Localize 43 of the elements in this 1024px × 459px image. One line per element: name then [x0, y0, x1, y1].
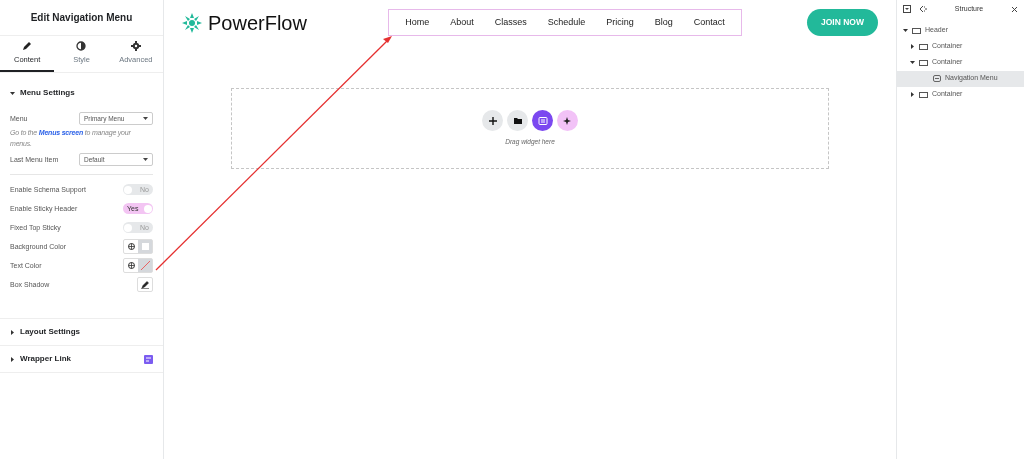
widget-icon	[933, 75, 941, 82]
caret-right-icon	[10, 356, 15, 362]
pencil-icon	[141, 280, 149, 289]
collapse-icon[interactable]	[903, 5, 911, 14]
caret-down-icon	[143, 158, 148, 162]
no-color-icon[interactable]	[140, 261, 150, 271]
section-header[interactable]: Wrapper Link	[10, 353, 153, 366]
folder-button[interactable]	[507, 110, 528, 132]
color-control[interactable]	[123, 258, 153, 274]
caret-right-icon	[10, 329, 15, 335]
template-button[interactable]	[532, 110, 553, 132]
globe-icon[interactable]	[127, 262, 135, 270]
sparkle-button[interactable]	[557, 110, 578, 132]
color-control[interactable]	[123, 239, 153, 255]
close-icon[interactable]	[1011, 5, 1018, 13]
navigation-menu[interactable]: Home About Classes Schedule Pricing Blog Contact	[387, 9, 743, 36]
edit-button[interactable]	[137, 277, 153, 293]
panel-title: Edit Navigation Menu	[0, 0, 163, 36]
nav-link[interactable]: Pricing	[595, 15, 645, 30]
logo-text: PowerFlow	[208, 12, 307, 33]
logo-icon	[182, 12, 202, 33]
gear-icon	[130, 41, 141, 51]
nav-link[interactable]: Blog	[644, 15, 684, 30]
nav-link[interactable]: Classes	[484, 15, 538, 30]
color-swatch[interactable]	[141, 243, 149, 251]
link-badge-icon[interactable]	[144, 354, 153, 364]
template-icon	[537, 115, 548, 126]
nav-link[interactable]: About	[439, 15, 485, 30]
sparkle-icon	[562, 115, 573, 126]
section-header[interactable]: Layout Settings	[10, 326, 153, 339]
add-icon	[487, 115, 498, 126]
nav-link[interactable]: Schedule	[537, 15, 596, 30]
contrast-icon	[76, 41, 87, 51]
container-icon	[919, 91, 928, 98]
nav-link[interactable]: Contact	[683, 15, 736, 30]
caret-down-icon	[143, 117, 148, 121]
pencil-icon	[22, 41, 33, 51]
add-button[interactable]	[482, 110, 503, 132]
caret-down-icon	[10, 90, 15, 96]
nav-link[interactable]: Home	[394, 15, 440, 30]
folder-icon	[512, 115, 523, 126]
globe-icon[interactable]	[127, 243, 135, 251]
section-header[interactable]: Menu Settings	[10, 87, 153, 100]
